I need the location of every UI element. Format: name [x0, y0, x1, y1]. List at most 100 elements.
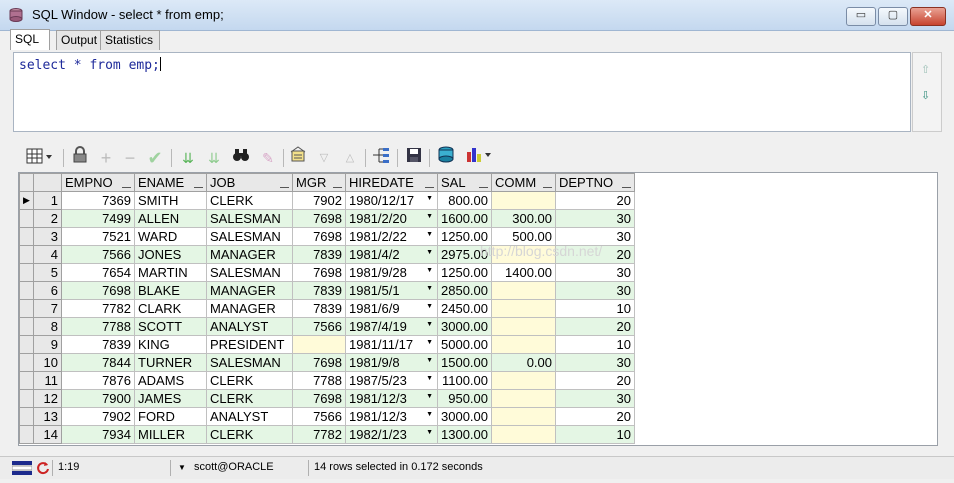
- cell-deptno[interactable]: 20: [555, 191, 635, 210]
- cell-empno[interactable]: 7900: [61, 389, 135, 408]
- single-record-view-button[interactable]: [369, 146, 393, 170]
- table-row[interactable]: 9 7839 KING PRESIDENT 1981/11/17 ▼ 5000.00 10: [19, 335, 635, 354]
- cell-job[interactable]: MANAGER: [206, 245, 293, 264]
- cell-comm[interactable]: [491, 245, 556, 264]
- clear-button[interactable]: ✎: [257, 146, 279, 170]
- cell-hiredate[interactable]: 1981/12/3 ▼: [345, 407, 438, 426]
- next-page-button[interactable]: ▽: [313, 146, 335, 170]
- table-row[interactable]: 6 7698 BLAKE MANAGER 7839 1981/5/1 ▼ 2850.00 30: [19, 281, 635, 300]
- cell-empno[interactable]: 7369: [61, 191, 135, 210]
- cell-sal[interactable]: 1100.00: [437, 371, 492, 390]
- cell-hiredate[interactable]: 1981/12/3 ▼: [345, 389, 438, 408]
- cell-ename[interactable]: ALLEN: [134, 209, 207, 228]
- table-row[interactable]: 14 7934 MILLER CLERK 7782 1982/1/23 ▼ 1300.00 10: [19, 425, 635, 444]
- date-dropdown-icon[interactable]: ▼: [426, 411, 433, 418]
- cell-sal[interactable]: 1250.00: [437, 263, 492, 282]
- cell-comm[interactable]: 300.00: [491, 209, 556, 228]
- cell-ename[interactable]: CLARK: [134, 299, 207, 318]
- cell-empno[interactable]: 7782: [61, 299, 135, 318]
- scroll-down-icon[interactable]: ⇩: [921, 89, 930, 102]
- cell-empno[interactable]: 7788: [61, 317, 135, 336]
- connection-label[interactable]: scott@ORACLE: [194, 461, 274, 473]
- cell-ename[interactable]: WARD: [134, 227, 207, 246]
- cell-deptno[interactable]: 10: [555, 299, 635, 318]
- cell-comm[interactable]: [491, 371, 556, 390]
- maximize-button[interactable]: ▢: [878, 7, 908, 26]
- cell-ename[interactable]: ADAMS: [134, 371, 207, 390]
- column-header-mgr[interactable]: MGR: [292, 173, 346, 192]
- column-header-sal[interactable]: SAL: [437, 173, 492, 192]
- add-record-button[interactable]: +: [95, 146, 117, 170]
- cell-hiredate[interactable]: 1981/9/28 ▼: [345, 263, 438, 282]
- cell-sal[interactable]: 950.00: [437, 389, 492, 408]
- cell-sal[interactable]: 1250.00: [437, 227, 492, 246]
- cell-sal[interactable]: 1600.00: [437, 209, 492, 228]
- cell-ename[interactable]: SCOTT: [134, 317, 207, 336]
- cell-deptno[interactable]: 10: [555, 425, 635, 444]
- cell-sal[interactable]: 800.00: [437, 191, 492, 210]
- cell-ename[interactable]: FORD: [134, 407, 207, 426]
- close-button[interactable]: ✕: [910, 7, 946, 26]
- cell-job[interactable]: CLERK: [206, 191, 293, 210]
- cell-empno[interactable]: 7698: [61, 281, 135, 300]
- cell-deptno[interactable]: 30: [555, 209, 635, 228]
- cell-mgr[interactable]: 7698: [292, 353, 346, 372]
- column-header-ename[interactable]: ENAME: [134, 173, 207, 192]
- export-button[interactable]: [435, 146, 459, 170]
- post-changes-button[interactable]: ✔: [143, 146, 167, 170]
- cell-sal[interactable]: 3000.00: [437, 317, 492, 336]
- cell-empno[interactable]: 7934: [61, 425, 135, 444]
- cell-mgr[interactable]: 7566: [292, 317, 346, 336]
- column-header-empno[interactable]: EMPNO: [61, 173, 135, 192]
- cell-empno[interactable]: 7876: [61, 371, 135, 390]
- tab-output[interactable]: Output: [56, 30, 104, 50]
- date-dropdown-icon[interactable]: ▼: [426, 375, 433, 382]
- date-dropdown-icon[interactable]: ▼: [426, 429, 433, 436]
- cell-deptno[interactable]: 30: [555, 227, 635, 246]
- cell-comm[interactable]: [491, 407, 556, 426]
- date-dropdown-icon[interactable]: ▼: [426, 195, 433, 202]
- cell-deptno[interactable]: 20: [555, 371, 635, 390]
- query-by-example-button[interactable]: [287, 146, 309, 170]
- cell-hiredate[interactable]: 1981/2/20 ▼: [345, 209, 438, 228]
- cell-hiredate[interactable]: 1981/5/1 ▼: [345, 281, 438, 300]
- save-button[interactable]: [403, 146, 425, 170]
- cell-comm[interactable]: [491, 299, 556, 318]
- fetch-next-button[interactable]: ⇊: [177, 146, 199, 170]
- cell-ename[interactable]: JAMES: [134, 389, 207, 408]
- cell-ename[interactable]: BLAKE: [134, 281, 207, 300]
- cell-empno[interactable]: 7902: [61, 407, 135, 426]
- find-button[interactable]: [229, 146, 253, 170]
- cell-job[interactable]: PRESIDENT: [206, 335, 293, 354]
- cell-hiredate[interactable]: 1981/6/9 ▼: [345, 299, 438, 318]
- cell-empno[interactable]: 7839: [61, 335, 135, 354]
- table-row[interactable]: 2 7499 ALLEN SALESMAN 7698 1981/2/20 ▼ 1600.00 3…: [19, 209, 635, 228]
- cell-deptno[interactable]: 30: [555, 281, 635, 300]
- cell-sal[interactable]: 2450.00: [437, 299, 492, 318]
- date-dropdown-icon[interactable]: ▼: [426, 393, 433, 400]
- cell-mgr[interactable]: [292, 335, 346, 354]
- cell-sal[interactable]: 1300.00: [437, 425, 492, 444]
- cell-hiredate[interactable]: 1987/4/19 ▼: [345, 317, 438, 336]
- cell-hiredate[interactable]: 1981/11/17 ▼: [345, 335, 438, 354]
- table-row[interactable]: 4 7566 JONES MANAGER 7839 1981/4/2 ▼ 2975.00 20: [19, 245, 635, 264]
- cell-job[interactable]: SALESMAN: [206, 353, 293, 372]
- table-row[interactable]: 8 7788 SCOTT ANALYST 7566 1987/4/19 ▼ 3000.00 20: [19, 317, 635, 336]
- cell-job[interactable]: SALESMAN: [206, 227, 293, 246]
- scroll-up-icon[interactable]: ⇧: [921, 63, 930, 76]
- cell-mgr[interactable]: 7698: [292, 389, 346, 408]
- cell-deptno[interactable]: 10: [555, 335, 635, 354]
- cell-job[interactable]: ANALYST: [206, 407, 293, 426]
- table-row[interactable]: 10 7844 TURNER SALESMAN 7698 1981/9/8 ▼ 1500.00…: [19, 353, 635, 372]
- delete-record-button[interactable]: −: [119, 146, 141, 170]
- cell-hiredate[interactable]: 1981/9/8 ▼: [345, 353, 438, 372]
- cell-empno[interactable]: 7844: [61, 353, 135, 372]
- cell-deptno[interactable]: 30: [555, 389, 635, 408]
- column-header-hiredate[interactable]: HIREDATE: [345, 173, 438, 192]
- refresh-icon[interactable]: [36, 461, 50, 475]
- cell-ename[interactable]: KING: [134, 335, 207, 354]
- cell-mgr[interactable]: 7782: [292, 425, 346, 444]
- cell-sal[interactable]: 3000.00: [437, 407, 492, 426]
- cell-hiredate[interactable]: 1987/5/23 ▼: [345, 371, 438, 390]
- cell-job[interactable]: SALESMAN: [206, 263, 293, 282]
